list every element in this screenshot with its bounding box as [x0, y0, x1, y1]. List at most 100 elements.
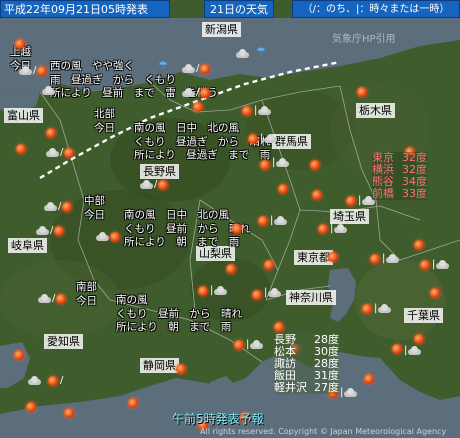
sometimes-separator: | [358, 195, 362, 206]
pref-label-tochigi: 栃木県 [356, 103, 395, 118]
sunny-icon [15, 39, 25, 49]
sunny-icon [46, 128, 56, 138]
sunny-icon [48, 376, 58, 386]
sometimes-separator: | [374, 303, 378, 314]
sunny-icon [362, 304, 372, 314]
cloudy-icon [436, 260, 449, 269]
sunny-icon [312, 190, 322, 200]
cloudy-icon [264, 134, 277, 143]
temperature-value: 27度 [314, 381, 339, 394]
then-separator: / [196, 87, 200, 98]
kanto-temperature-list: 東京 32度 横浜 32度 熊谷 34度 前橋 33度 [372, 152, 427, 200]
sunny-icon [62, 202, 72, 212]
pref-label-gifu: 岐阜県 [8, 238, 47, 253]
cloudy-icon [46, 148, 59, 157]
then-separator: / [196, 63, 200, 74]
sunny-icon [364, 374, 374, 384]
sunny-icon [198, 286, 208, 296]
cloudy-icon [344, 388, 357, 397]
cloudy-icon [36, 226, 49, 235]
cloudy-icon [276, 158, 289, 167]
sometimes-separator: | [272, 157, 276, 168]
cloudy-icon [19, 66, 32, 75]
cloudy-icon [96, 232, 109, 241]
city-name: 軽井沢 [274, 381, 307, 394]
temperature-value: 33度 [402, 187, 427, 200]
sunny-icon [357, 87, 367, 97]
sometimes-separator: | [246, 339, 250, 350]
sunny-icon [64, 148, 74, 158]
sunny-icon [193, 102, 203, 112]
sunny-icon [318, 224, 328, 234]
sunny-icon [252, 290, 262, 300]
sunny-icon [14, 350, 24, 360]
weather-map: 平成22年09月21日05時発表 21日の天気 （/：のち、|：時々または一時）… [0, 0, 460, 438]
sunny-icon [248, 134, 258, 144]
sunny-icon [56, 294, 66, 304]
cloudy-icon [140, 180, 153, 189]
weather-symbol-legend: （/：のち、|：時々または一時） [292, 0, 460, 18]
pref-label-aichi: 愛知県 [44, 334, 83, 349]
sometimes-separator: | [330, 223, 334, 234]
sunny-icon [242, 106, 252, 116]
region-forecast-nanbu: 南の風 くもり 昼前 から 晴れ 所により 朝 まで 雨 [116, 294, 242, 333]
sunny-icon [278, 184, 288, 194]
temp-row-karuizawa: 軽井沢 27度 [274, 382, 339, 394]
sunny-icon [234, 340, 244, 350]
pref-label-shizuoka: 静岡県 [140, 358, 179, 373]
temp-row-maebashi: 前橋 33度 [372, 188, 427, 200]
cloudy-icon [42, 86, 55, 95]
sunny-icon [310, 160, 320, 170]
sometimes-separator: | [404, 345, 408, 356]
sometimes-separator: | [382, 253, 386, 264]
cloudy-icon [274, 216, 287, 225]
rain-icon: ☂ [256, 45, 266, 58]
pref-label-nagano: 長野県 [140, 164, 179, 179]
sunny-icon [260, 160, 270, 170]
sunny-icon [26, 402, 36, 412]
sometimes-separator: | [210, 285, 214, 296]
sometimes-separator: | [254, 105, 258, 116]
then-separator: / [33, 65, 37, 76]
cloudy-icon [236, 49, 249, 58]
cloudy-icon [182, 88, 195, 97]
sometimes-separator: | [340, 387, 344, 398]
then-separator: / [154, 179, 158, 190]
sunny-icon [200, 64, 210, 74]
sunny-icon [370, 254, 380, 264]
forecast-date-header: 平成22年09月21日05時発表 [0, 0, 170, 18]
cloudy-icon [334, 224, 347, 233]
then-separator: / [60, 375, 64, 386]
source-credit: 気象庁HP引用 [332, 34, 396, 45]
sometimes-separator: | [270, 215, 274, 226]
copyright-notice: All rights reserved. Copyright © Japan M… [200, 427, 447, 436]
sunny-icon [346, 196, 356, 206]
pref-label-gunma: 群馬県 [272, 134, 311, 149]
city-name: 前橋 [372, 187, 394, 200]
pref-label-chiba: 千葉県 [404, 308, 443, 323]
sunny-icon [328, 252, 338, 262]
cloudy-icon [44, 202, 57, 211]
region-name-chubu: 中部 今日 [84, 195, 105, 221]
pref-label-toyama: 富山県 [4, 108, 43, 123]
then-separator: / [52, 293, 56, 304]
sunny-icon [414, 240, 424, 250]
cloudy-icon [408, 346, 421, 355]
pref-label-niigata: 新潟県 [202, 22, 241, 37]
sunny-icon [226, 264, 236, 274]
sunny-icon [430, 288, 440, 298]
sometimes-separator: | [264, 287, 268, 298]
nagano-temperature-list: 長野 28度 松本 30度 諏訪 28度 飯田 31度 軽井沢 27度 [274, 334, 339, 394]
cloudy-icon [214, 286, 227, 295]
sunny-icon [110, 232, 120, 242]
sunny-icon [176, 364, 186, 374]
then-separator: / [58, 201, 62, 212]
sunny-icon [200, 88, 210, 98]
sunny-icon [128, 398, 138, 408]
sunny-icon [392, 344, 402, 354]
pref-label-kanagawa: 神奈川県 [286, 290, 336, 305]
sunny-icon [264, 260, 274, 270]
then-separator: / [50, 225, 54, 236]
cloudy-icon [258, 106, 271, 115]
sunny-icon [64, 408, 74, 418]
